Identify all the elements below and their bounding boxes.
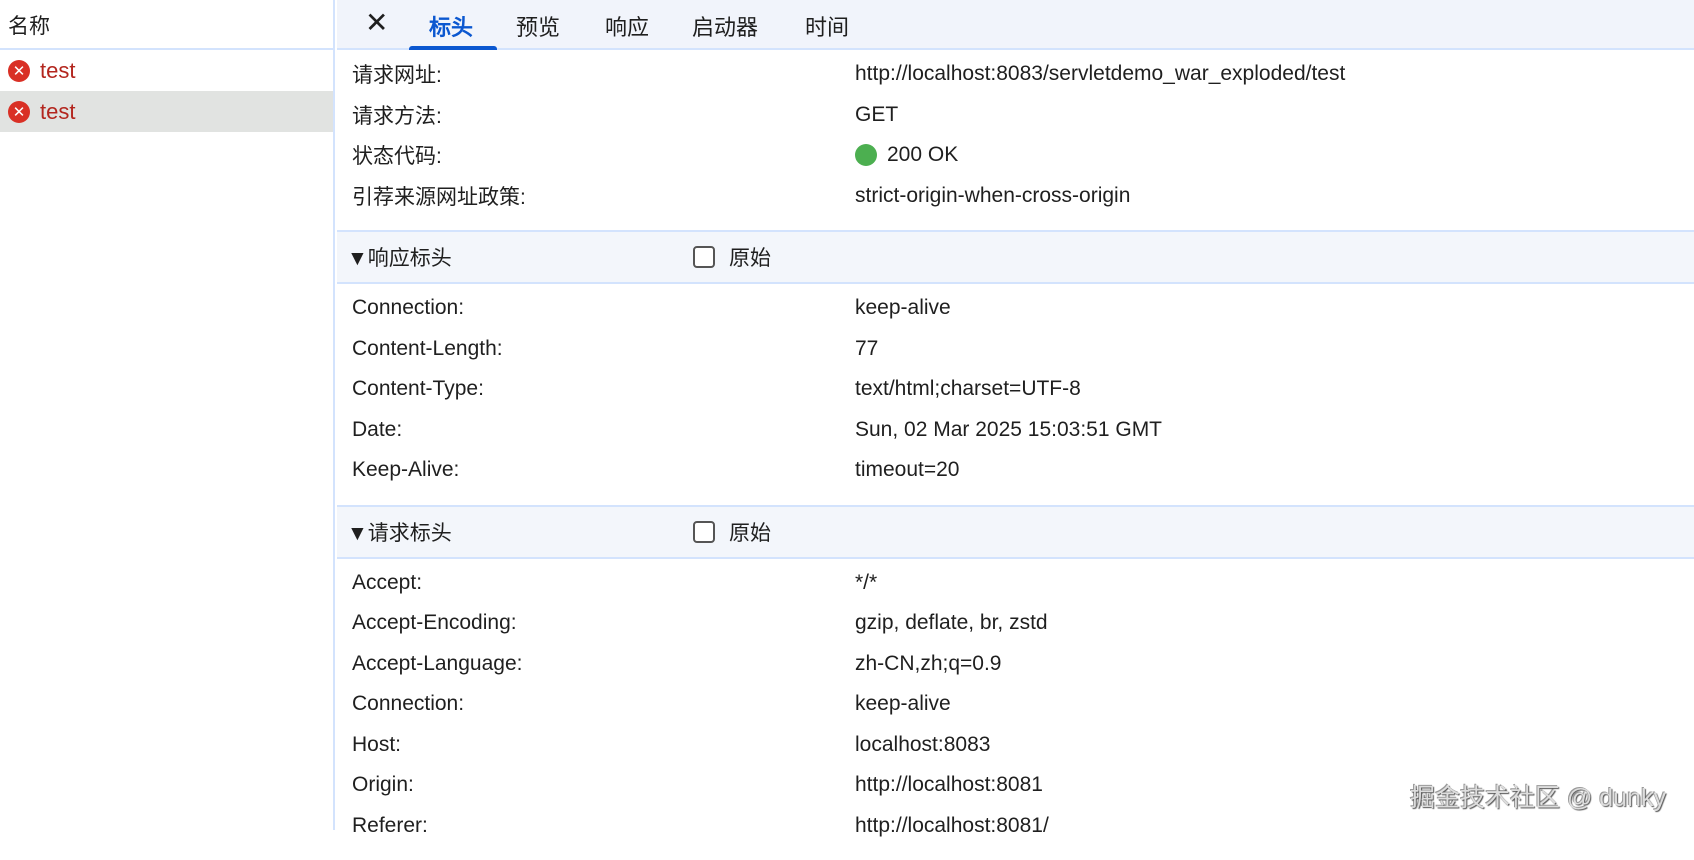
header-name: Date: [352, 418, 402, 442]
request-name: test [40, 58, 75, 84]
header-row: Accept: */* [337, 563, 1694, 604]
watermark: 掘金技术社区 @ dunky [1410, 778, 1666, 814]
value-text: strict-origin-when-cross-origin [855, 184, 1130, 208]
header-value: 77 [855, 337, 878, 361]
header-value: 200 OK [855, 143, 958, 167]
request-name: test [40, 99, 75, 125]
value-text: keep-alive [855, 692, 951, 716]
request-headers-section: Accept: */* Accept-Encoding: gzip, deflate,… [337, 559, 1694, 860]
header-name: Content-Length: [352, 337, 503, 361]
header-row: Keep-Alive: timeout=20 [337, 450, 1694, 491]
header-value: */* [855, 571, 877, 595]
header-name: Host: [352, 733, 401, 757]
header-value: zh-CN,zh;q=0.9 [855, 652, 1002, 676]
header-value: timeout=20 [855, 458, 960, 482]
header-name: Connection: [352, 296, 464, 320]
raw-label: 原始 [729, 517, 771, 547]
header-row: 请求方法: GET [337, 95, 1694, 136]
tab-initiator[interactable]: 启动器 [692, 10, 758, 42]
value-text: 200 OK [887, 143, 958, 167]
checkbox-icon[interactable] [693, 521, 715, 543]
raw-checkbox[interactable]: 原始 [693, 242, 771, 272]
header-row: 请求网址: http://localhost:8083/servletdemo_w… [337, 54, 1694, 95]
details-panel: ✕ 标头 预览 响应 启动器 时间 请求网址: http://localhost:… [337, 0, 1694, 830]
header-value: localhost:8083 [855, 733, 990, 757]
header-row: Accept-Encoding: gzip, deflate, br, zstd [337, 603, 1694, 644]
section-title[interactable]: ▼响应标头 [347, 242, 452, 272]
value-text: Sun, 02 Mar 2025 15:03:51 GMT [855, 418, 1162, 442]
error-icon: ✕ [8, 60, 30, 82]
value-text: http://localhost:8081/ [855, 814, 1049, 838]
header-name: Referer: [352, 814, 428, 838]
header-name: 请求网址: [352, 59, 442, 89]
value-text: text/html;charset=UTF-8 [855, 377, 1081, 401]
request-list-panel: 名称 ✕ test ✕ test [0, 0, 335, 830]
header-row: Connection: keep-alive [337, 684, 1694, 725]
header-name: Content-Type: [352, 377, 484, 401]
header-name: Accept-Language: [352, 652, 522, 676]
header-value: text/html;charset=UTF-8 [855, 377, 1081, 401]
active-tab-indicator [409, 46, 497, 50]
header-value: keep-alive [855, 692, 951, 716]
header-value: keep-alive [855, 296, 951, 320]
header-row: 引荐来源网址政策: strict-origin-when-cross-origin [337, 176, 1694, 217]
header-row: Accept-Language: zh-CN,zh;q=0.9 [337, 644, 1694, 685]
header-name: Accept-Encoding: [352, 611, 517, 635]
error-icon: ✕ [8, 101, 30, 123]
response-headers-section: Connection:keep-aliveContent-Length:77Co… [337, 284, 1694, 505]
close-icon[interactable]: ✕ [365, 6, 388, 39]
tab-timing[interactable]: 时间 [805, 10, 849, 42]
raw-checkbox[interactable]: 原始 [693, 517, 771, 547]
header-name: Connection: [352, 692, 464, 716]
tab-preview[interactable]: 预览 [516, 10, 560, 42]
header-value: http://localhost:8081/ [855, 814, 1049, 838]
value-text: timeout=20 [855, 458, 960, 482]
header-name: 引荐来源网址政策: [352, 181, 526, 211]
request-item-selected[interactable]: ✕ test [0, 91, 333, 132]
request-headers-header[interactable]: ▼请求标头 原始 [337, 505, 1694, 559]
value-text: zh-CN,zh;q=0.9 [855, 652, 1002, 676]
raw-label: 原始 [729, 242, 771, 272]
header-row: Host: localhost:8083 [337, 725, 1694, 766]
value-text: keep-alive [855, 296, 951, 320]
header-name: Keep-Alive: [352, 458, 459, 482]
checkbox-icon[interactable] [693, 246, 715, 268]
status-ok-icon [855, 144, 877, 166]
response-headers-header[interactable]: ▼响应标头 原始 [337, 230, 1694, 284]
header-row: Date: Sun, 02 Mar 2025 15:03:51 GMT [337, 410, 1694, 451]
header-row: Content-Length: 77 [337, 329, 1694, 370]
value-text: http://localhost:8081 [855, 773, 1043, 797]
header-name: Accept: [352, 571, 422, 595]
value-text: */* [855, 571, 877, 595]
tab-headers[interactable]: 标头 [429, 10, 473, 42]
header-row: Content-Type: text/html;charset=UTF-8 [337, 369, 1694, 410]
header-name: Origin: [352, 773, 414, 797]
tab-response[interactable]: 响应 [605, 10, 649, 42]
header-value: GET [855, 103, 898, 127]
value-text: gzip, deflate, br, zstd [855, 611, 1048, 635]
header-row: Connection: keep-alive [337, 288, 1694, 329]
header-name: 状态代码: [352, 140, 442, 170]
request-item[interactable]: ✕ test [0, 50, 333, 91]
tab-bar: ✕ 标头 预览 响应 启动器 时间 [337, 0, 1694, 50]
header-value: gzip, deflate, br, zstd [855, 611, 1048, 635]
value-text: 77 [855, 337, 878, 361]
header-value: http://localhost:8083/servletdemo_war_ex… [855, 62, 1345, 86]
header-value: http://localhost:8081 [855, 773, 1043, 797]
header-name: 请求方法: [352, 100, 442, 130]
value-text: http://localhost:8083/servletdemo_war_ex… [855, 62, 1345, 86]
section-title[interactable]: ▼请求标头 [347, 517, 452, 547]
header-value: strict-origin-when-cross-origin [855, 184, 1130, 208]
value-text: localhost:8083 [855, 733, 990, 757]
header-value: Sun, 02 Mar 2025 15:03:51 GMT [855, 418, 1162, 442]
header-row: 状态代码: 200 OK [337, 135, 1694, 176]
general-section: 请求网址: http://localhost:8083/servletdemo_w… [337, 50, 1694, 230]
value-text: GET [855, 103, 898, 127]
name-column-header[interactable]: 名称 [0, 0, 333, 50]
